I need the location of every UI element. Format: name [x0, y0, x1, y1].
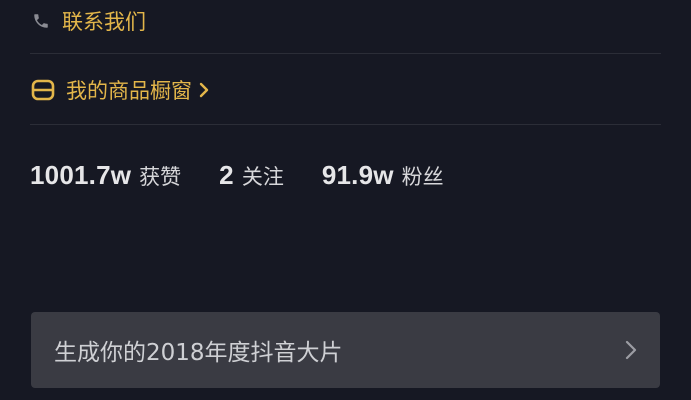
- chevron-right-icon: [198, 82, 210, 98]
- contact-us-label: 联系我们: [62, 10, 146, 34]
- stat-following-value: 2: [219, 160, 234, 190]
- profile-stats: 1001.7w 获赞 2 关注 91.9w 粉丝: [30, 160, 482, 196]
- stat-followers[interactable]: 91.9w 粉丝: [322, 160, 444, 191]
- profile-page: 联系我们 我的商品橱窗 1001.7w 获赞 2 关注 91.9w 粉丝 生成你…: [0, 0, 691, 400]
- stat-likes[interactable]: 1001.7w 获赞: [30, 160, 181, 191]
- stat-following[interactable]: 2 关注: [219, 160, 284, 191]
- contact-us-row[interactable]: 联系我们: [30, 6, 146, 36]
- stat-likes-label: 获赞: [139, 165, 182, 189]
- shop-window-label: 我的商品橱窗: [66, 79, 192, 103]
- phone-icon: [30, 10, 52, 32]
- stat-followers-label: 粉丝: [401, 165, 444, 189]
- year-review-banner[interactable]: 生成你的2018年度抖音大片: [31, 312, 660, 388]
- divider: [30, 124, 661, 125]
- stat-likes-value: 1001.7w: [30, 160, 132, 190]
- chevron-right-icon: [624, 339, 638, 361]
- stat-following-label: 关注: [241, 165, 284, 189]
- divider: [30, 53, 661, 54]
- stat-followers-value: 91.9w: [321, 160, 394, 190]
- shop-window-icon: [30, 78, 56, 102]
- year-review-label: 生成你的2018年度抖音大片: [54, 340, 343, 366]
- shop-window-row[interactable]: 我的商品橱窗: [30, 74, 210, 106]
